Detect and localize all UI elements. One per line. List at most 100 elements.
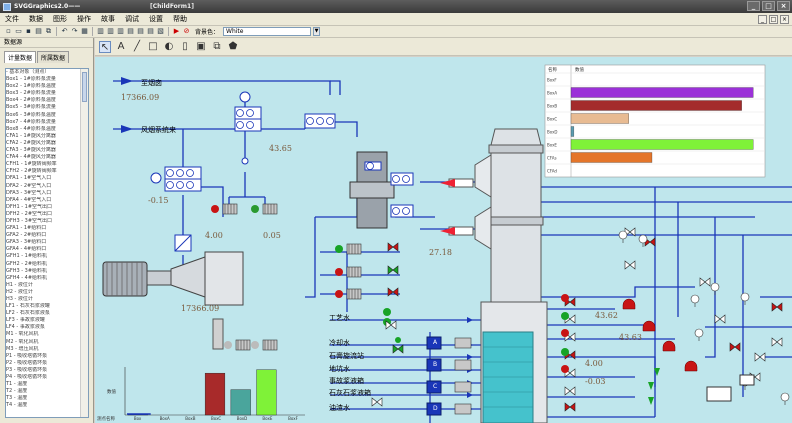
- menu-file[interactable]: 文件: [0, 14, 24, 24]
- line-icon[interactable]: ╱: [131, 41, 143, 53]
- tree-item[interactable]: P3 - 吸收塔循环泵: [6, 367, 88, 374]
- tree-item[interactable]: CFH2 - 2#旋转阀频率: [6, 168, 88, 175]
- menu-story[interactable]: 故事: [96, 14, 120, 24]
- tree-item[interactable]: LF1 - 石灰石浆液罐: [6, 303, 88, 310]
- tree-item[interactable]: T1 - 温度: [6, 381, 88, 388]
- menu-graphics[interactable]: 图形: [48, 14, 72, 24]
- tree-item[interactable]: DFA1 - 1#空气入口: [6, 175, 88, 182]
- booster-fan-housing: [204, 251, 244, 306]
- tree-item[interactable]: CFA3 - 3#旋风分离器: [6, 147, 88, 154]
- tree-item[interactable]: P2 - 吸收塔循环泵: [6, 360, 88, 367]
- hbar-chart-header-name: 名称: [548, 66, 557, 73]
- tree-item[interactable]: Box1 - 1#原料泵流量: [6, 76, 88, 83]
- tree-item[interactable]: Box6 - 3#原料泵温度: [6, 112, 88, 119]
- copy-icon[interactable]: ⧉: [44, 27, 53, 36]
- align-right-icon[interactable]: ▥: [116, 27, 125, 36]
- tree-item[interactable]: DFA4 - 4#空气入口: [6, 197, 88, 204]
- tree-item[interactable]: GFA3 - 3#给料口: [6, 239, 88, 246]
- menu-operation[interactable]: 操作: [72, 14, 96, 24]
- tree-item[interactable]: DFH3 - 3#空气出口: [6, 218, 88, 225]
- undo-icon[interactable]: ↶: [60, 27, 69, 36]
- minimize-button[interactable]: _: [747, 1, 760, 11]
- tree-item[interactable]: P4 - 吸收塔循环泵: [6, 374, 88, 381]
- tree-item[interactable]: LF4 - 事故浆液泵: [6, 324, 88, 331]
- tree-item[interactable]: Box8 - 4#原料泵温度: [6, 126, 88, 133]
- tree-item[interactable]: T2 - 温度: [6, 388, 88, 395]
- save-icon[interactable]: ▪: [24, 27, 33, 36]
- tree-item[interactable]: CFA2 - 2#旋风分离器: [6, 140, 88, 147]
- align-middle-icon[interactable]: ▤: [136, 27, 145, 36]
- tree-item[interactable]: LF3 - 事故浆液罐: [6, 317, 88, 324]
- tree-item[interactable]: T3 - 温度: [6, 395, 88, 402]
- align-bottom-icon[interactable]: ▤: [146, 27, 155, 36]
- tab-owned-data[interactable]: 所属数据: [37, 51, 70, 63]
- menu-help[interactable]: 帮助: [168, 14, 192, 24]
- close-button[interactable]: ×: [777, 1, 790, 11]
- menu-data[interactable]: 数据: [24, 14, 48, 24]
- tree-item[interactable]: Box4 - 2#原料泵温度: [6, 97, 88, 104]
- rect-icon[interactable]: □: [147, 41, 159, 53]
- tree-item[interactable]: M2 - 氧化风机: [6, 339, 88, 346]
- new-icon[interactable]: ▫: [4, 27, 13, 36]
- image-icon[interactable]: ▣: [195, 41, 207, 53]
- valve: [699, 277, 711, 287]
- data-tree[interactable]: - 基本对象（测点） Box1 - 1#原料泵流量 Box2 - 1#原料泵温度…: [5, 68, 89, 418]
- text-icon[interactable]: A: [115, 41, 127, 53]
- stop-icon[interactable]: ⊘: [182, 27, 191, 36]
- tree-item[interactable]: GFA4 - 4#给料口: [6, 246, 88, 253]
- tree-item[interactable]: Box2 - 1#原料泵温度: [6, 83, 88, 90]
- tree-item[interactable]: LF2 - 石灰石浆液泵: [6, 310, 88, 317]
- redo-icon[interactable]: ↷: [70, 27, 79, 36]
- tree-item[interactable]: GFH3 - 3#给料机: [6, 268, 88, 275]
- chevron-down-icon[interactable]: ▼: [313, 27, 321, 36]
- group-icon[interactable]: ⧉: [211, 41, 223, 53]
- tree-item[interactable]: Box7 - 4#原料泵流量: [6, 119, 88, 126]
- menu-settings[interactable]: 设置: [144, 14, 168, 24]
- drawing-canvas[interactable]: 名称 数值 BoxF BoxA BoxB BoxC BoxD BoxE CFAs CFAd 数值 测点…: [95, 57, 792, 423]
- tree-scrollbar[interactable]: [80, 69, 88, 417]
- tree-item[interactable]: T4 - 温度: [6, 402, 88, 409]
- tree-item[interactable]: P1 - 吸收塔循环泵: [6, 353, 88, 360]
- open-icon[interactable]: ▭: [14, 27, 23, 36]
- align-left-icon[interactable]: ▥: [96, 27, 105, 36]
- run-icon[interactable]: ▶: [172, 27, 181, 36]
- label-oil-water: 油渣水: [329, 404, 350, 412]
- print-icon[interactable]: ▤: [34, 27, 43, 36]
- tree-item[interactable]: M3 - 增压风机: [6, 346, 88, 353]
- tree-item[interactable]: GFH1 - 1#给料机: [6, 253, 88, 260]
- align-center-icon[interactable]: ▥: [106, 27, 115, 36]
- tree-item[interactable]: Box5 - 3#原料泵流量: [6, 104, 88, 111]
- shape-icon[interactable]: ⬟: [227, 41, 239, 53]
- tree-item[interactable]: - 基本对象（测点）: [6, 69, 88, 76]
- tree-item[interactable]: GFH4 - 4#给料机: [6, 275, 88, 282]
- grid-icon[interactable]: ▦: [80, 27, 89, 36]
- tree-item[interactable]: GFA1 - 1#给料口: [6, 225, 88, 232]
- mdi-restore-button[interactable]: □: [769, 14, 778, 24]
- align-top-icon[interactable]: ▤: [126, 27, 135, 36]
- distribute-icon[interactable]: ▧: [156, 27, 165, 36]
- tree-item[interactable]: DFA3 - 3#空气入口: [6, 190, 88, 197]
- tree-item[interactable]: CFA4 - 4#旋风分离器: [6, 154, 88, 161]
- tree-item[interactable]: H1 - 液位计: [6, 282, 88, 289]
- circle-icon[interactable]: ◐: [163, 41, 175, 53]
- tree-item[interactable]: CFA1 - 1#旋风分离器: [6, 133, 88, 140]
- tree-item[interactable]: GFA2 - 2#给料口: [6, 232, 88, 239]
- tree-item[interactable]: M1 - 氧化风机: [6, 331, 88, 338]
- tab-metering-data[interactable]: 计量数据: [4, 51, 37, 63]
- tree-item[interactable]: DFA2 - 2#空气入口: [6, 183, 88, 190]
- background-color-combo[interactable]: White: [223, 27, 312, 36]
- maximize-button[interactable]: □: [762, 1, 775, 11]
- mdi-close-button[interactable]: ×: [780, 14, 789, 24]
- tree-item[interactable]: H2 - 液位计: [6, 289, 88, 296]
- tree-item[interactable]: H3 - 液位计: [6, 296, 88, 303]
- tree-item[interactable]: Box3 - 2#原料泵流量: [6, 90, 88, 97]
- tree-item[interactable]: DFH1 - 1#空气出口: [6, 204, 88, 211]
- tree-item[interactable]: CFH1 - 1#旋转阀频率: [6, 161, 88, 168]
- ellipse-icon[interactable]: ▯: [179, 41, 191, 53]
- mdi-minimize-button[interactable]: _: [758, 14, 767, 24]
- menu-debug[interactable]: 调试: [120, 14, 144, 24]
- select-icon[interactable]: ↖: [99, 40, 111, 53]
- tree-item[interactable]: DFH2 - 2#空气出口: [6, 211, 88, 218]
- tree-item[interactable]: GFH2 - 2#给料机: [6, 261, 88, 268]
- tree-scroll-thumb[interactable]: [82, 72, 87, 102]
